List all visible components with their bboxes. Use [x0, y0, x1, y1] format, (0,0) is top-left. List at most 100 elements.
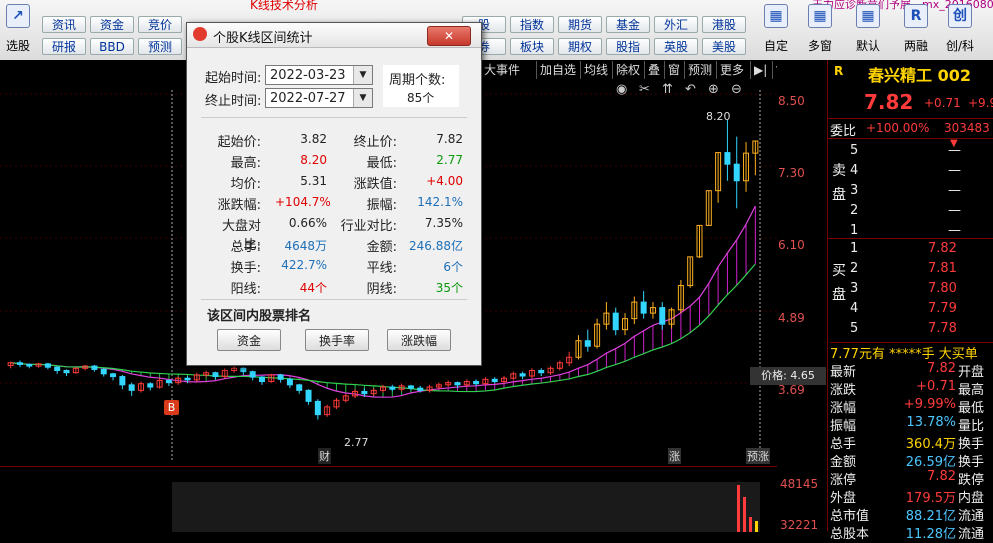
- rank-button[interactable]: 换手率: [305, 329, 369, 351]
- sell-level: 4: [850, 163, 859, 178]
- sell-row: 4—: [828, 163, 993, 183]
- buy-b-marker[interactable]: B: [164, 400, 179, 415]
- eye-icon[interactable]: ◉: [616, 82, 627, 97]
- detail-value: 360.4万: [905, 437, 956, 452]
- toolbar-button[interactable]: 英股: [654, 38, 698, 55]
- stat-value: +4.00: [426, 174, 463, 188]
- toolbar-button[interactable]: 资金: [90, 16, 134, 33]
- toolbar-button[interactable]: BBD: [90, 38, 134, 55]
- dialog-titlebar[interactable]: 个股K线区间统计 ✕: [187, 23, 481, 48]
- forecast-rise-marker[interactable]: 预涨: [746, 448, 770, 464]
- sell-row: 2—: [828, 203, 993, 223]
- start-date-picker[interactable]: 2022-03-23 ▼: [265, 65, 373, 85]
- stock-name: 春兴精工 002: [868, 66, 971, 85]
- star-board-button[interactable]: 创创/科: [940, 0, 980, 58]
- volume-pane[interactable]: [0, 466, 777, 532]
- weicha-value: 303483: [944, 121, 990, 135]
- candle-body: [314, 400, 321, 416]
- toolbar-button[interactable]: 期权: [558, 38, 602, 55]
- candle-body: [277, 374, 284, 380]
- chevron-down-icon[interactable]: ▼: [353, 66, 372, 84]
- stat-value: 0.66%: [288, 216, 327, 230]
- volume-bar: [743, 497, 746, 532]
- price-axis-label: 4.89: [778, 311, 805, 325]
- detail-label: 最新: [830, 365, 857, 380]
- toolbar-button[interactable]: 研报: [42, 38, 86, 55]
- candle-body: [16, 362, 23, 365]
- price-tooltip: 价格: 4.65: [750, 367, 826, 385]
- chevron-down-icon[interactable]: ▼: [353, 89, 372, 107]
- zoom-in-icon[interactable]: ⊕: [708, 82, 719, 97]
- candle-body: [659, 307, 666, 325]
- toolbar-big-label: 自定: [763, 39, 788, 53]
- multi-window-button[interactable]: ▦ 多窗: [800, 0, 840, 58]
- rise-marker[interactable]: 涨: [668, 448, 681, 464]
- candle-body: [44, 363, 51, 368]
- stat-label: 换手:: [230, 261, 261, 276]
- buy-level: 2: [850, 261, 859, 276]
- stat-value: 7.82: [436, 132, 463, 146]
- stat-value: 246.88亿: [409, 239, 463, 253]
- window-title: K线技术分析: [250, 0, 318, 12]
- detail-label-2: 最高: [958, 383, 985, 398]
- default-settings-button[interactable]: ▦ 默认: [848, 0, 888, 58]
- detail-label-2: 换手: [958, 437, 985, 452]
- rank-button[interactable]: 资金: [217, 329, 281, 351]
- stat-value: 8.20: [300, 153, 327, 167]
- stat-label: 阳线:: [230, 282, 261, 297]
- start-date-value: 2022-03-23: [270, 68, 346, 83]
- toolbar-button[interactable]: 期货: [558, 16, 602, 33]
- chart-control-7[interactable]: 更多: [716, 61, 747, 79]
- scissors-icon[interactable]: ✂: [639, 82, 650, 97]
- undo-icon[interactable]: ↶: [685, 82, 696, 97]
- toolbar-button[interactable]: 外汇: [654, 16, 698, 33]
- chart-control-0[interactable]: 大事件: [480, 61, 523, 79]
- detail-label-2: 流通: [958, 527, 985, 542]
- sell-price: —: [948, 183, 961, 198]
- price-axis-label: 7.30: [778, 166, 805, 180]
- toolbar-button[interactable]: 港股: [702, 16, 746, 33]
- up-arrows-icon[interactable]: ⇈: [662, 82, 673, 97]
- toolbar-button[interactable]: 股指: [606, 38, 650, 55]
- close-icon[interactable]: ✕: [427, 26, 471, 46]
- chart-control-5[interactable]: 窗: [664, 61, 683, 79]
- chart-control-3[interactable]: 除权: [612, 61, 643, 79]
- quote-detail-row: 金额 26.59亿 换手: [828, 451, 993, 471]
- toolbar-button[interactable]: 美股: [702, 38, 746, 55]
- toolbar-button[interactable]: 板块: [510, 38, 554, 55]
- stock-picker-button[interactable]: ↗ 选股: [0, 0, 36, 58]
- chart-control-2[interactable]: 均线: [580, 61, 611, 79]
- candle-body: [389, 386, 396, 390]
- stat-value: 6个: [443, 260, 463, 274]
- interval-stats-dialog: 个股K线区间统计 ✕ 起始时间: 2022-03-23 ▼ 终止时间: 2022…: [186, 22, 482, 366]
- margin-trading-button[interactable]: R 两融: [896, 0, 936, 58]
- rank-button[interactable]: 涨跌幅: [387, 329, 451, 351]
- nav-right-icon[interactable]: ▶|: [750, 61, 770, 79]
- chart-control-4[interactable]: 叠: [644, 61, 663, 79]
- detail-label-2: 量比: [958, 419, 985, 434]
- buy-book: 买盘 1 7.82 2 7.81 3 7.80 4 7.79 5 7.78: [828, 238, 993, 341]
- toolbar-button[interactable]: 预测: [138, 38, 182, 55]
- toolbar-button[interactable]: 竞价: [138, 16, 182, 33]
- detail-label-2: 换手: [958, 455, 985, 470]
- candle-body: [417, 387, 424, 391]
- toolbar-button[interactable]: 指数: [510, 16, 554, 33]
- custom-layout-button[interactable]: ▦ 自定: [756, 0, 796, 58]
- chart-control-1[interactable]: 加自选: [536, 61, 579, 79]
- buy-price: 7.81: [928, 261, 957, 276]
- finance-marker[interactable]: 财: [318, 448, 331, 464]
- candle-body: [63, 369, 70, 374]
- toolbar-button[interactable]: 资讯: [42, 16, 86, 33]
- period-label: 周期个数:: [389, 73, 446, 88]
- quote-detail-row: 涨跌 +0.71 最高: [828, 379, 993, 399]
- chart-control-6[interactable]: 预测: [684, 61, 715, 79]
- toolbar-button[interactable]: 基金: [606, 16, 650, 33]
- main-toolbar: ↗ 选股 K线技术分析 王力应诊断意们予展 mx_2016080 资讯 资金 竞价股…: [0, 0, 993, 61]
- detail-label: 金额: [830, 455, 857, 470]
- weibi-value: +100.00%: [866, 121, 930, 135]
- app-logo-icon: [193, 27, 207, 41]
- end-date-picker[interactable]: 2022-07-27 ▼: [265, 88, 373, 108]
- zoom-out-icon[interactable]: ⊖: [731, 82, 742, 97]
- candle-body: [110, 373, 117, 378]
- toolbar-big-label: 创/科: [945, 39, 975, 53]
